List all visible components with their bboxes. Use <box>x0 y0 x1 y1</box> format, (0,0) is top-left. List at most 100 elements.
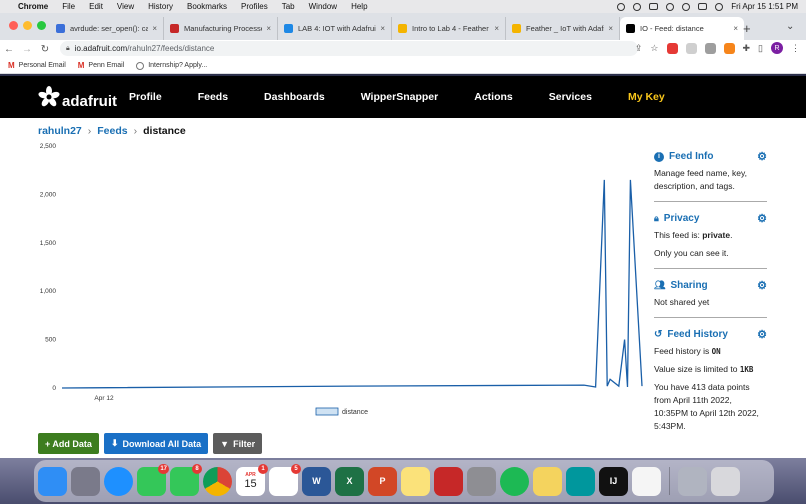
tab[interactable]: avrdude: ser_open(): ca × <box>50 17 164 40</box>
close-tab-icon[interactable]: × <box>608 24 613 33</box>
more-menu-icon[interactable]: ⋮ <box>791 43 800 54</box>
menu-edit[interactable]: Edit <box>89 2 103 11</box>
close-tab-icon[interactable]: × <box>152 24 157 33</box>
status-icon[interactable] <box>633 2 642 11</box>
nav-my-key[interactable]: My Key <box>628 91 665 103</box>
menu-view[interactable]: View <box>117 2 134 11</box>
dock-trash-icon[interactable] <box>711 466 740 496</box>
dock-reminders-icon[interactable]: 5 <box>269 463 301 496</box>
tab[interactable]: Feather _ IoT with Adafru × <box>506 17 620 40</box>
dock-intellij-icon[interactable]: IJ <box>599 466 628 496</box>
dock-finder-icon[interactable] <box>38 466 67 496</box>
extension-icon[interactable] <box>704 42 716 54</box>
dock-facetime-icon[interactable]: 8 <box>170 463 202 496</box>
privacy-header[interactable]: 🔒︎ Privacy ⚙ <box>654 212 767 225</box>
dock-calendar-icon[interactable]: APR 15 1 <box>236 463 268 496</box>
nav-wippersnapper[interactable]: WipperSnapper <box>361 91 439 103</box>
address-bar[interactable]: 🔒︎ io.adafruit.com/rahuln27/feeds/distan… <box>60 41 638 56</box>
control-center-icon[interactable] <box>698 3 708 10</box>
dock-word-icon[interactable]: W <box>302 466 331 496</box>
menu-window[interactable]: Window <box>309 2 337 11</box>
close-tab-icon[interactable]: × <box>266 24 271 33</box>
close-tab-icon[interactable]: × <box>733 24 738 33</box>
new-tab-button[interactable]: + <box>743 21 751 36</box>
zoom-window-button[interactable] <box>37 21 46 30</box>
clock[interactable]: Fri Apr 15 1:51 PM <box>731 2 798 11</box>
nav-services[interactable]: Services <box>549 91 592 103</box>
tab[interactable]: LAB 4: IOT with Adafruit × <box>278 17 392 40</box>
dock-launchpad-icon[interactable] <box>71 466 100 496</box>
legend-swatch[interactable] <box>315 407 339 416</box>
dock-stickies-icon[interactable] <box>533 466 562 496</box>
dock-safari-icon[interactable] <box>104 466 133 496</box>
bookmark-penn-email[interactable]: M Penn Email <box>78 61 124 70</box>
dock-system-preferences-icon[interactable] <box>467 466 496 496</box>
menu-app-name[interactable]: Chrome <box>18 2 48 11</box>
menu-file[interactable]: File <box>62 2 75 11</box>
feed-info-header[interactable]: i Feed Info ⚙ <box>654 150 767 163</box>
dock-photobooth-icon[interactable] <box>434 466 463 496</box>
dock-chrome-icon[interactable] <box>203 466 232 496</box>
bookmark-internship[interactable]: Internship? Apply... <box>136 61 207 70</box>
nav-profile[interactable]: Profile <box>129 91 162 103</box>
dock-powerpoint-icon[interactable]: P <box>368 466 397 496</box>
menu-history[interactable]: History <box>148 2 173 11</box>
chevron-right-icon: › <box>133 125 138 137</box>
feed-chart[interactable]: 2,500 2,000 1,500 1,000 500 0 Apr 12 distance <box>0 138 650 428</box>
bookmark-star-icon[interactable]: ☆ <box>650 43 658 54</box>
tab[interactable]: Manufacturing Processe × <box>164 17 278 40</box>
nav-actions[interactable]: Actions <box>474 91 513 103</box>
battery-icon[interactable] <box>649 3 659 10</box>
dock-spotify-icon[interactable] <box>500 466 529 496</box>
search-icon[interactable] <box>682 2 691 11</box>
minimize-window-button[interactable] <box>23 21 32 30</box>
gear-icon[interactable]: ⚙ <box>757 279 767 292</box>
tab[interactable]: Intro to Lab 4 - Feather × <box>392 17 506 40</box>
extension-metamask-icon[interactable] <box>723 42 735 54</box>
gear-icon[interactable]: ⚙ <box>757 212 767 225</box>
extensions-puzzle-icon[interactable]: ✚ <box>743 43 751 54</box>
feed-history-header[interactable]: ↺ Feed History ⚙ <box>654 328 767 341</box>
add-data-button[interactable]: + Add Data <box>38 433 99 454</box>
gear-icon[interactable]: ⚙ <box>757 150 767 163</box>
extension-adblock-icon[interactable] <box>666 42 678 54</box>
legend-label[interactable]: distance <box>342 409 368 416</box>
back-icon[interactable]: ← <box>0 44 18 55</box>
dock-textedit-icon[interactable] <box>632 466 661 496</box>
sidepanel-icon[interactable]: ▯ <box>758 43 763 54</box>
dock-downloads-icon[interactable] <box>678 466 707 496</box>
filter-button[interactable]: ▼ Filter <box>213 433 263 454</box>
lock-icon[interactable]: 🔒︎ <box>66 45 70 53</box>
nav-dashboards[interactable]: Dashboards <box>264 91 325 103</box>
close-tab-icon[interactable]: × <box>380 24 385 33</box>
sharing-header[interactable]: 👥︎ Sharing ⚙ <box>654 279 767 292</box>
extension-icon[interactable] <box>685 42 697 54</box>
tab-search-icon[interactable]: ⌄ <box>786 21 794 32</box>
menu-bookmarks[interactable]: Bookmarks <box>187 2 227 11</box>
siri-icon[interactable] <box>715 2 724 11</box>
adafruit-logo[interactable]: adafruit <box>38 83 117 110</box>
menu-profiles[interactable]: Profiles <box>241 2 268 11</box>
nav-feeds[interactable]: Feeds <box>198 91 228 103</box>
menu-help[interactable]: Help <box>351 2 367 11</box>
dock-messages-icon[interactable]: 17 <box>137 463 169 496</box>
close-tab-icon[interactable]: × <box>494 24 499 33</box>
gear-icon[interactable]: ⚙ <box>757 328 767 341</box>
bookmark-personal-email[interactable]: M Personal Email <box>8 61 66 70</box>
wifi-icon[interactable] <box>666 2 675 11</box>
dock-notes-icon[interactable] <box>401 466 430 496</box>
dock-excel-icon[interactable]: X <box>335 466 364 496</box>
dock-arduino-icon[interactable] <box>566 466 595 496</box>
favicon-icon <box>284 24 293 33</box>
forward-icon[interactable]: → <box>18 44 36 55</box>
breadcrumb-user[interactable]: rahuln27 <box>38 125 82 137</box>
share-icon[interactable]: ⇪ <box>635 43 643 54</box>
reload-icon[interactable]: ↻ <box>36 44 54 55</box>
tab-active[interactable]: IO - Feed: distance × <box>620 17 744 40</box>
breadcrumb-feeds[interactable]: Feeds <box>97 125 127 137</box>
menu-tab[interactable]: Tab <box>282 2 295 11</box>
download-all-data-button[interactable]: ⬇ Download All Data <box>103 433 209 454</box>
status-icon[interactable] <box>617 2 626 11</box>
profile-avatar[interactable]: R <box>771 42 783 54</box>
close-window-button[interactable] <box>9 21 18 30</box>
